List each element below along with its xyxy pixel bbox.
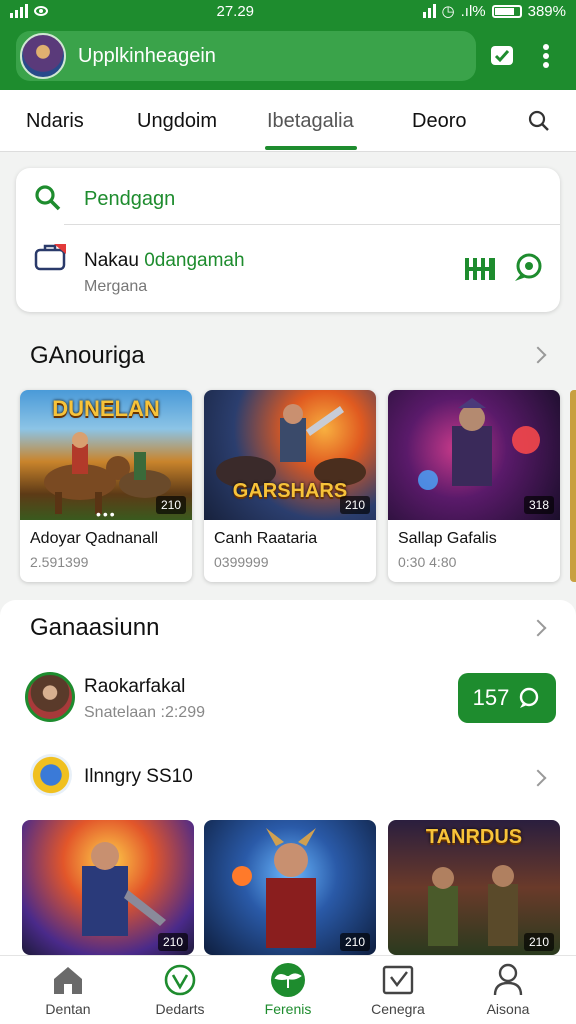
person-icon (493, 963, 523, 996)
tile-3[interactable]: TANRDUS 210 (388, 820, 560, 955)
status-right: ◷ .ıl% 389% (422, 2, 566, 20)
game-badge-1: 210 (155, 496, 186, 514)
search-query[interactable]: Pendgagn (84, 188, 175, 211)
nav-item-2[interactable]: Dedarts (130, 962, 230, 1017)
game-card-3[interactable]: 318 Sallap Gafalis 0:30 4:80 (388, 390, 560, 582)
more-button[interactable] (528, 38, 564, 74)
game-card-2[interactable]: GARSHARS 210 Canh Raataria 0399999 (204, 390, 376, 582)
app-title: Upplkinheagein (78, 44, 216, 67)
message-title-main: Nakau (84, 250, 139, 271)
tab-indicator (265, 146, 357, 150)
alarm-icon: ◷ (441, 3, 455, 20)
search-button[interactable] (527, 109, 551, 138)
game-card-1[interactable]: DUNELAN ••• 210 Adoyar Qadnanall 2.59139… (20, 390, 192, 582)
game-badge-2: 210 (339, 496, 370, 514)
more-vert-icon (543, 44, 549, 68)
status-left (10, 4, 48, 18)
compose-button[interactable] (484, 38, 520, 74)
signal-icon (10, 4, 28, 18)
status-bar: 27.29 ◷ .ıl% 389% (0, 0, 576, 22)
bottom-nav: Dentan Dedarts Ferenis Cenegra Aisona (0, 955, 576, 1024)
chat-button[interactable] (512, 252, 544, 289)
game-meta-3: 0:30 4:80 (398, 554, 457, 570)
tile-1[interactable]: 210 (22, 820, 194, 955)
tile-2-art (232, 828, 316, 948)
tile-1-art (82, 842, 166, 936)
row2-icon (30, 754, 72, 796)
message-title-highlight: 0dangamah (144, 250, 245, 271)
message-subtitle: Mergana (84, 278, 148, 295)
nav-label-2: Dedarts (155, 1001, 205, 1017)
status-extra: .ıl% (460, 2, 486, 20)
game-meta-2: 0399999 (214, 554, 269, 570)
tile-badge-2: 210 (339, 933, 370, 951)
section2-title: Ganaasiunn (30, 614, 160, 641)
tile-badge-3: 210 (523, 933, 554, 951)
section1-chevron-icon[interactable] (529, 346, 547, 364)
card-divider (64, 224, 560, 225)
nav-item-4[interactable]: Cenegra (348, 962, 448, 1017)
search-card: Pendgagn Nakau 0dangamah Mergana (16, 168, 560, 312)
tab-bar: Ndaris Ungdoim Ibetagalia Deoro (0, 90, 576, 152)
nav-item-1[interactable]: Dentan (18, 962, 118, 1017)
tab-4[interactable]: Deoro (412, 110, 466, 133)
row2-title[interactable]: Ilnngry SS10 (84, 766, 193, 788)
avatar[interactable] (20, 33, 66, 79)
nav-label-1: Dentan (45, 1001, 91, 1017)
game-meta-1: 2.591399 (30, 554, 89, 570)
chat-icon (520, 687, 539, 708)
row1-title[interactable]: Raokarfakal (84, 676, 185, 698)
game-name-1: Adoyar Qadnanall (30, 530, 159, 547)
eye-icon (34, 6, 48, 16)
signal-icon-2 (422, 4, 436, 18)
bars-icon (465, 258, 495, 280)
compose-icon (491, 46, 513, 65)
nav-label-5: Aisona (486, 1001, 530, 1017)
check-circle-icon (164, 964, 196, 996)
tab-3[interactable]: Ibetagalia (267, 110, 354, 133)
nav-item-5[interactable]: Aisona (458, 962, 558, 1017)
battery-icon (491, 4, 522, 18)
tile-art-title-3: TANRDUS (425, 826, 523, 848)
game-badge-3: 318 (523, 496, 554, 514)
search-icon (528, 110, 549, 131)
status-time: 27.29 (216, 2, 255, 20)
nav-label-4: Cenegra (371, 1001, 425, 1017)
game-name-2: Canh Raataria (214, 530, 318, 547)
search-icon-green (35, 185, 61, 211)
game-name-3: Sallap Gafalis (398, 530, 497, 547)
section1-title: GAnouriga (30, 342, 145, 369)
tile-2[interactable]: 210 (204, 820, 376, 955)
row1-avatar[interactable] (25, 672, 75, 722)
calendar-check-icon (382, 965, 414, 995)
carousel-dots: ••• (96, 506, 117, 522)
message-title[interactable]: Nakau 0dangamah (84, 250, 245, 272)
chat-bubble-icon (515, 253, 542, 281)
tab-1[interactable]: Ndaris (26, 110, 84, 133)
app-bar: Upplkinheagein (0, 22, 576, 90)
sprout-icon (271, 963, 305, 997)
nav-item-3[interactable]: Ferenis (238, 962, 338, 1017)
tab-2[interactable]: Ungdoim (137, 110, 217, 133)
tile-badge-1: 210 (157, 933, 188, 951)
game-art-title-1: DUNELAN (52, 396, 160, 421)
row1-subtitle: Snatelaan :2:299 (84, 704, 205, 721)
home-icon (54, 967, 82, 994)
game-card-peek (570, 390, 576, 582)
battery-level: 389% (527, 2, 566, 20)
app-bar-pill[interactable]: Upplkinheagein (16, 31, 476, 81)
nav-label-3: Ferenis (264, 1001, 312, 1017)
count-chat-button[interactable]: 157 (458, 673, 556, 723)
briefcase-icon (34, 244, 66, 271)
count-label: 157 (472, 685, 510, 710)
